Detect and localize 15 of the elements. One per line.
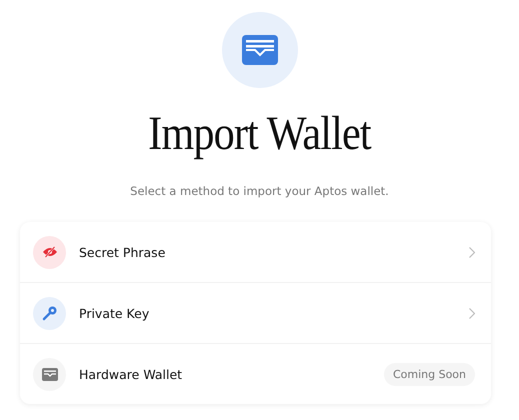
import-option[interactable]: Private Key [20,282,491,343]
option-label: Hardware Wallet [79,366,184,382]
import-option[interactable]: Hardware Wallet Coming Soon [20,343,491,404]
status-badge: Coming Soon [384,362,475,386]
page-subtitle: Select a method to import your Aptos wallet. [130,184,389,198]
wallet-icon [242,35,278,65]
option-label: Private Key [79,306,150,320]
wallet-icon [42,368,58,380]
page-title: Import Wallet [148,106,371,162]
chevron-right-icon [469,246,475,258]
eye-slash-icon [42,246,58,258]
key-icon [42,305,58,321]
chevron-right-icon [469,308,475,318]
import-option[interactable]: Secret Phrase [20,222,491,282]
option-label: Secret Phrase [79,244,166,260]
